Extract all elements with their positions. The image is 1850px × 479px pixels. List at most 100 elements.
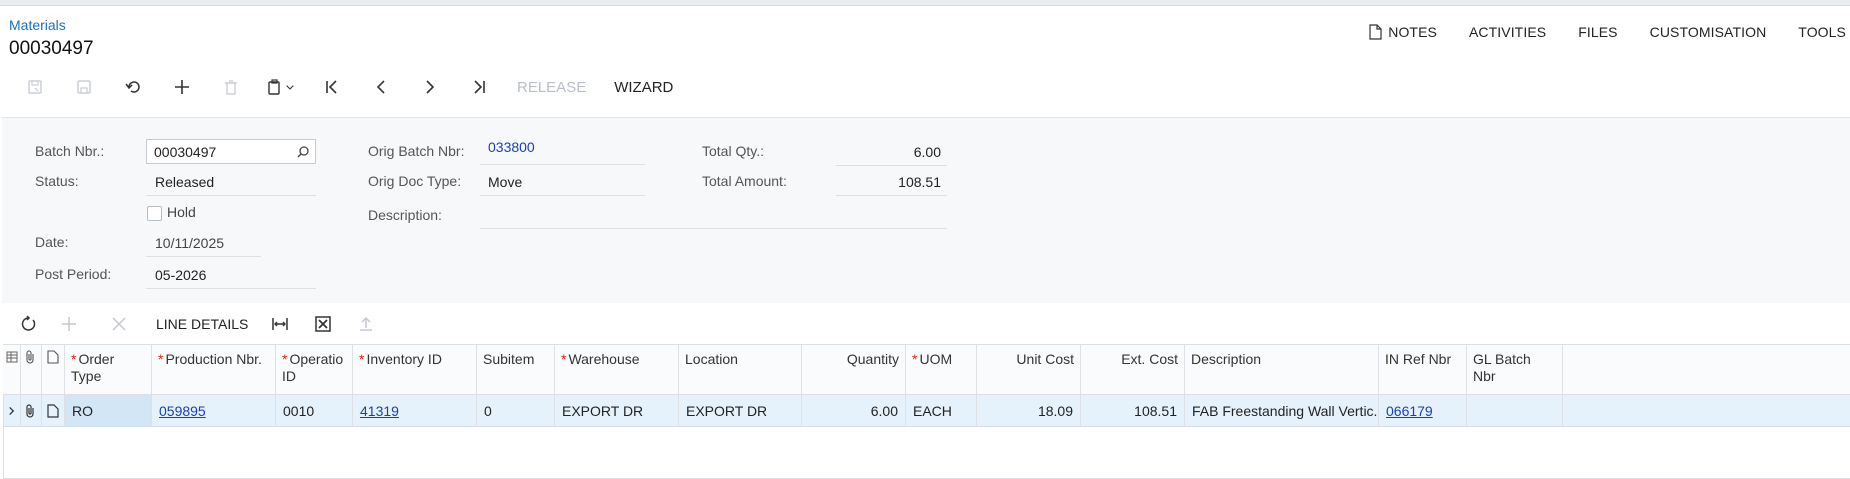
total-qty-label: Total Qty.: [702,143,764,159]
cell-uom[interactable]: EACH [906,395,977,426]
delete-row-button[interactable] [94,311,144,337]
production-nbr-link[interactable]: 059895 [159,403,206,419]
date-value: 10/11/2025 [155,235,225,251]
col-gl-batch-nbr[interactable]: GL Batch Nbr [1467,345,1563,394]
chevron-left-icon [376,80,385,94]
fit-columns-button[interactable] [260,311,300,337]
trash-icon [224,80,237,95]
customisation-button[interactable]: CUSTOMISATION [1634,22,1783,42]
note-icon [47,403,59,418]
upload-button[interactable] [346,311,386,337]
row-expander[interactable] [3,395,21,426]
add-row-button[interactable] [44,311,94,337]
add-button[interactable] [157,74,206,100]
save-close-icon [27,80,42,94]
cell-description[interactable]: FAB Freestanding Wall Vertic... [1185,395,1379,426]
delete-button[interactable] [206,74,255,100]
page-title: 00030497 [9,38,94,59]
activities-button[interactable]: ACTIVITIES [1453,22,1562,42]
cell-location[interactable]: EXPORT DR [679,395,802,426]
chevron-right-icon [9,406,15,415]
table-row[interactable]: RO 059895 0010 41319 0 EXPORT DR EXPORT … [3,395,1850,427]
header-row-selector[interactable] [3,345,21,394]
inventory-id-link[interactable]: 41319 [360,403,399,419]
first-icon [325,80,337,94]
paperclip-icon [26,403,34,418]
row-attachment[interactable] [21,395,42,426]
first-record-button[interactable] [307,74,356,100]
col-location[interactable]: Location [679,345,802,394]
previous-record-button[interactable] [356,74,405,100]
col-unit-cost[interactable]: Unit Cost [977,345,1081,394]
cell-inventory-id[interactable]: 41319 [353,395,477,426]
export-excel-button[interactable] [300,311,346,337]
cell-ext-cost[interactable]: 108.51 [1081,395,1185,426]
batch-nbr-value: 00030497 [154,144,217,160]
cell-quantity[interactable]: 6.00 [802,395,906,426]
batch-nbr-label: Batch Nbr.: [35,143,105,159]
orig-doc-type-value: Move [488,174,523,190]
col-subitem-label: Subitem [483,351,535,367]
wizard-button[interactable]: WIZARD [600,74,687,100]
col-warehouse[interactable]: * Warehouse [555,345,679,394]
hold-checkbox[interactable] [147,206,162,221]
last-icon [473,80,485,94]
notes-button[interactable]: NOTES [1353,22,1453,42]
col-subitem[interactable]: Subitem [477,345,555,394]
col-ext-cost[interactable]: Ext. Cost [1081,345,1185,394]
col-in-ref-nbr-label: IN Ref Nbr [1385,351,1452,367]
save-button[interactable] [59,74,108,100]
col-inventory-id[interactable]: * Inventory ID [353,345,477,394]
total-amount-label: Total Amount: [702,173,787,189]
status-label: Status: [35,173,79,189]
col-in-ref-nbr[interactable]: IN Ref Nbr [1379,345,1467,394]
last-record-button[interactable] [454,74,503,100]
col-operation-id[interactable]: * Operatio ID [276,345,353,394]
upload-icon [360,316,373,331]
grid-toolbar: LINE DETAILS [14,311,386,337]
batch-nbr-input[interactable]: 00030497 [146,139,316,164]
col-inventory-id-label: Inventory ID [366,351,442,367]
excel-icon [315,316,332,332]
col-description[interactable]: Description [1185,345,1379,394]
grid-header: * Order Type * Production Nbr. * Operatio I… [3,344,1850,395]
col-production-nbr-label: Production Nbr. [165,351,262,367]
date-label: Date: [35,234,69,250]
chevron-right-icon [425,80,434,94]
notes-label: NOTES [1388,24,1437,40]
cell-unit-cost[interactable]: 18.09 [977,395,1081,426]
col-order-type[interactable]: * Order Type [65,345,152,394]
cell-warehouse[interactable]: EXPORT DR [555,395,679,426]
cell-gl-batch-nbr[interactable] [1467,395,1563,426]
status-underline [146,195,316,196]
in-ref-nbr-link[interactable]: 066179 [1386,403,1433,419]
breadcrumb[interactable]: Materials [9,17,66,33]
save-close-button[interactable] [10,74,59,100]
col-warehouse-label: Warehouse [568,351,640,367]
col-quantity[interactable]: Quantity [802,345,906,394]
refresh-button[interactable] [14,311,44,337]
next-record-button[interactable] [405,74,454,100]
files-button[interactable]: FILES [1562,22,1633,42]
note-icon [1369,24,1382,40]
cell-order-type[interactable]: RO [65,395,152,426]
orig-batch-underline [480,164,645,165]
cell-subitem[interactable]: 0 [477,395,555,426]
line-details-button[interactable]: LINE DETAILS [144,311,260,337]
row-note[interactable] [42,395,65,426]
undo-button[interactable] [108,74,157,100]
col-uom[interactable]: * UOM [906,345,977,394]
paperclip-icon [26,350,34,364]
cell-production-nbr[interactable]: 059895 [152,395,276,426]
col-production-nbr[interactable]: * Production Nbr. [152,345,276,394]
main-toolbar: RELEASE WIZARD [10,74,687,100]
tools-button[interactable]: TOOLS [1782,22,1850,42]
release-button[interactable]: RELEASE [503,74,600,100]
post-period-label: Post Period: [35,266,112,282]
cell-in-ref-nbr[interactable]: 066179 [1379,395,1467,426]
copy-paste-button[interactable] [255,74,307,100]
col-gl-batch-nbr-label: GL Batch Nbr [1473,351,1531,384]
orig-batch-link[interactable]: 033800 [488,139,535,155]
cell-operation-id[interactable]: 0010 [276,395,353,426]
hold-label: Hold [167,204,196,220]
